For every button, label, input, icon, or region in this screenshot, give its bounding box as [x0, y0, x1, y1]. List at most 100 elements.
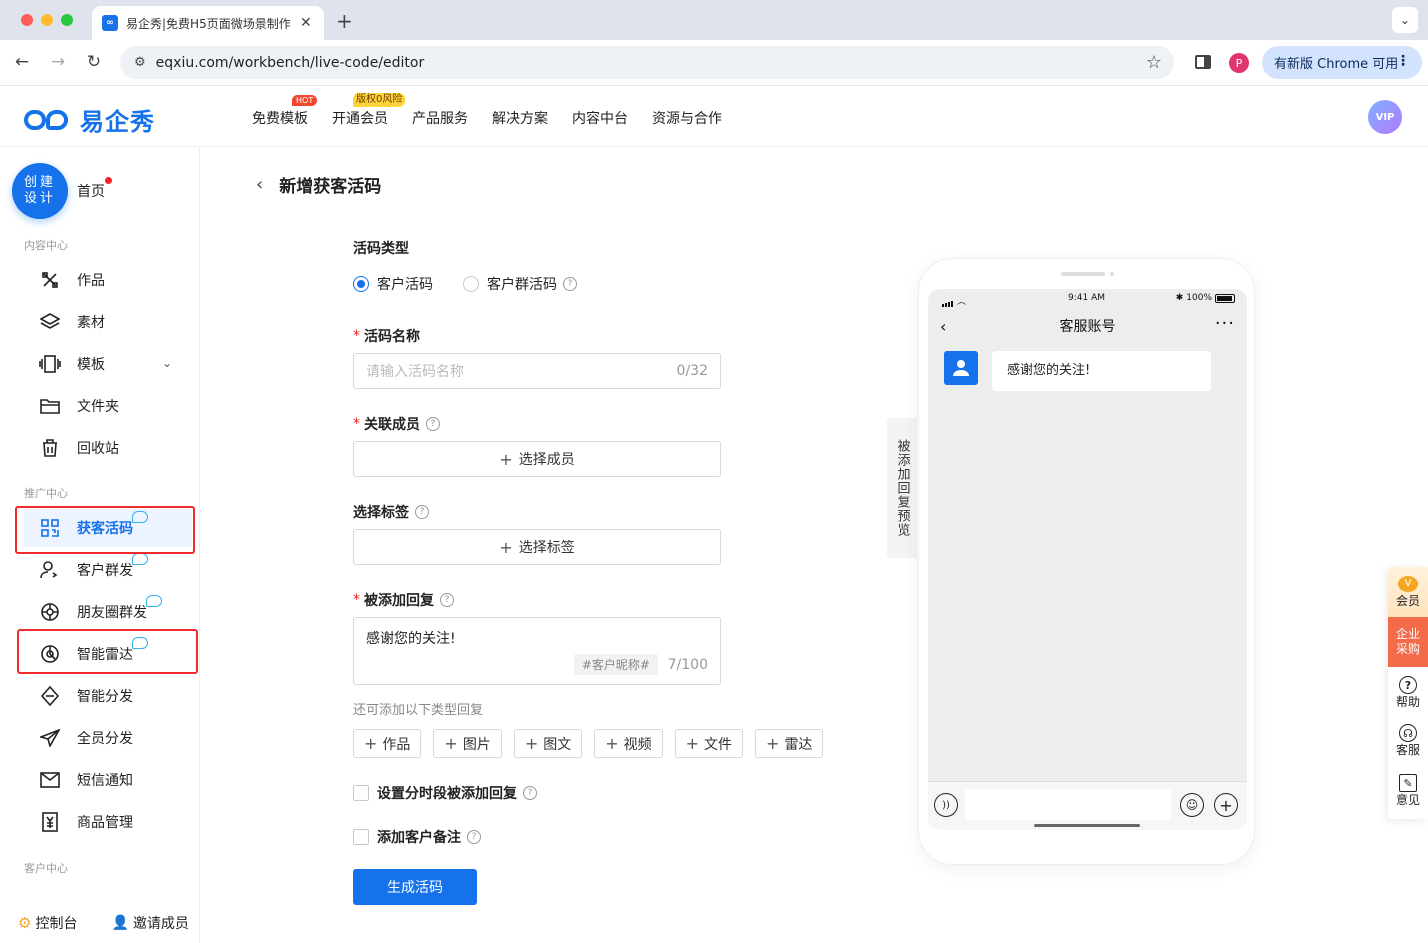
add-image-button[interactable]: + 图片 [433, 729, 502, 758]
sidebar-item-customer-broadcast[interactable]: 客户群发 [24, 551, 192, 589]
nav-solutions[interactable]: 解决方案 [492, 108, 548, 128]
float-feedback[interactable]: ✎ 意见 [1388, 769, 1428, 813]
schedule-reply-checkbox[interactable] [353, 785, 369, 801]
window-minimize-button[interactable] [41, 14, 53, 26]
sidebar-item-product-management[interactable]: 商品管理 [24, 803, 192, 841]
chrome-update-label: 有新版 Chrome 可用 [1274, 57, 1399, 72]
create-design-button[interactable]: 创建 设计 [12, 163, 68, 219]
sidebar-item-home[interactable]: 首页 [77, 181, 105, 201]
radio-label-wrap[interactable]: 客户群活码? [487, 274, 577, 294]
bluetooth-icon: ✱ [1175, 293, 1184, 303]
sidebar-item-works[interactable]: 作品 [24, 261, 192, 299]
create-label-line1: 创建 [23, 175, 56, 190]
customer-remark-option: 添加客户备注 ? [353, 827, 481, 847]
radio-group-code[interactable] [463, 276, 479, 292]
plus-icon: + [364, 734, 378, 753]
sidebar-item-moments-broadcast[interactable]: 朋友圈群发 [24, 593, 192, 631]
nav-free-templates[interactable]: 免费模板 HOT [252, 95, 318, 128]
battery-icon [1215, 293, 1235, 303]
float-customer-service[interactable]: ☊ 客服 [1388, 719, 1428, 763]
nav-membership[interactable]: 开通会员 版权0风险 [332, 93, 406, 128]
help-icon[interactable]: ? [440, 593, 454, 607]
reply-preview-tab[interactable]: 被添加回复预览 [887, 418, 917, 558]
help-icon[interactable]: ? [426, 417, 440, 431]
sidebar-item-materials[interactable]: 素材 [24, 303, 192, 341]
label-text: 选择标签 [353, 505, 409, 521]
status-bar: ︵ 9:41 AM ✱ 100% [928, 289, 1247, 307]
chevron-down-icon[interactable]: ⌄ [162, 356, 172, 370]
help-icon[interactable]: ? [523, 786, 537, 800]
reply-textarea[interactable]: 感谢您的关注! #客户昵称# 7/100 [353, 617, 721, 685]
reload-icon[interactable]: ↻ [82, 50, 106, 74]
generate-code-button[interactable]: 生成活码 [353, 869, 477, 905]
help-circle-icon: ? [1399, 676, 1417, 694]
float-vip[interactable]: V 会员 [1388, 567, 1428, 617]
nav-label: 免费模板 [252, 111, 308, 127]
sidebar-item-smart-distribution[interactable]: 智能分发 [24, 677, 192, 715]
nav-resources[interactable]: 资源与合作 [652, 108, 722, 128]
new-tab-plus-icon[interactable]: + [336, 9, 353, 33]
window-zoom-button[interactable] [61, 14, 73, 26]
chrome-update-button[interactable]: 有新版 Chrome 可用 ⋮ [1262, 46, 1422, 79]
aperture-icon [39, 601, 61, 623]
float-enterprise-purchase[interactable]: 企业 采购 [1388, 617, 1428, 667]
add-article-button[interactable]: + 图文 [513, 729, 583, 758]
help-icon[interactable]: ? [415, 505, 429, 519]
sidebar-item-label: 全员分发 [77, 731, 133, 747]
char-count: 0/32 [676, 363, 708, 379]
required-mark: * [353, 592, 360, 608]
option-label[interactable]: 添加客户备注 [377, 827, 461, 847]
console-link[interactable]: ⚙ 控制台 [18, 913, 77, 933]
button-label: 选择成员 [518, 452, 575, 468]
select-member-button[interactable]: + 选择成员 [353, 441, 721, 477]
nav-content-hub[interactable]: 内容中台 [572, 108, 628, 128]
sidebar-item-staff-distribution[interactable]: 全员分发 [24, 719, 192, 757]
side-panel-icon[interactable] [1195, 55, 1211, 69]
site-logo[interactable]: 易企秀 [24, 102, 155, 137]
add-radar-button[interactable]: + 雷达 [755, 729, 824, 758]
sidebar-item-sms-notice[interactable]: 短信通知 [24, 761, 192, 799]
plus-icon: + [766, 734, 780, 753]
label-text: 活码名称 [364, 329, 420, 345]
bookmark-star-icon[interactable]: ☆ [1146, 52, 1162, 73]
sidebar-item-templates[interactable]: 模板 ⌄ [24, 345, 192, 383]
section-promo-center: 推广中心 [24, 487, 68, 500]
option-label[interactable]: 设置分时段被添加回复 [377, 783, 517, 803]
plus-icon: + [444, 734, 458, 753]
tab-close-icon[interactable]: ✕ [300, 15, 312, 31]
sidebar-item-trash[interactable]: 回收站 [24, 429, 192, 467]
float-help[interactable]: ? 帮助 [1388, 671, 1428, 715]
reply-text: 感谢您的关注! [366, 631, 456, 647]
add-file-button[interactable]: + 文件 [674, 729, 744, 758]
window-close-button[interactable] [21, 14, 33, 26]
forward-arrow-icon[interactable]: → [46, 50, 70, 74]
tab-search-chevron-icon[interactable]: ⌄ [1392, 7, 1418, 33]
code-name-input[interactable]: 请输入活码名称 0/32 [353, 353, 721, 389]
phone-speaker [1061, 272, 1105, 276]
select-tag-button[interactable]: + 选择标签 [353, 529, 721, 565]
help-icon[interactable]: ? [467, 830, 481, 844]
customer-remark-checkbox[interactable] [353, 829, 369, 845]
back-arrow-icon[interactable]: ← [10, 50, 34, 74]
address-bar[interactable]: ⚙ eqxiu.com/workbench/live-code/editor ☆ [120, 46, 1174, 79]
help-icon[interactable]: ? [563, 277, 577, 291]
more-menu-icon[interactable]: ⋮ [1396, 53, 1410, 69]
insert-nickname-tag[interactable]: #客户昵称# [573, 654, 658, 675]
add-video-button[interactable]: + 视频 [594, 729, 663, 758]
user-broadcast-icon [39, 559, 61, 581]
nav-products[interactable]: 产品服务 [412, 108, 468, 128]
sidebar-item-folders[interactable]: 文件夹 [24, 387, 192, 425]
site-info-icon[interactable]: ⚙ [134, 55, 146, 70]
invite-member-link[interactable]: 👤 邀请成员 [111, 913, 188, 933]
add-work-button[interactable]: + 作品 [353, 729, 422, 758]
sidebar-item-label: 回收站 [77, 441, 119, 457]
back-chevron-icon[interactable]: ‹ [256, 174, 263, 195]
user-vip-avatar[interactable]: VIP [1368, 100, 1402, 134]
profile-avatar[interactable]: P [1229, 53, 1249, 73]
radio-label[interactable]: 客户活码 [377, 274, 433, 294]
browser-tab[interactable]: ∞ 易企秀|免费H5页面微场景制作 ✕ [92, 6, 324, 40]
phone-preview: ︵ 9:41 AM ✱ 100% ‹ 客服账号 ··· 感谢您的关注! )) ☺… [918, 258, 1255, 865]
radio-customer-code[interactable] [353, 276, 369, 292]
nav-label: 资源与合作 [652, 111, 722, 127]
signal-icon: ︵ [942, 294, 966, 307]
